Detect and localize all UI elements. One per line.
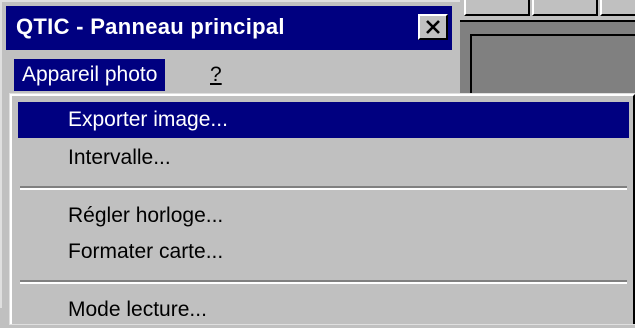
menu-bar: Appareil photo ? (6, 52, 452, 96)
menu-item-label: Exporter image... (68, 108, 228, 131)
menu-help[interactable]: ? (202, 59, 230, 91)
menu-item-set-clock[interactable]: Régler horloge... (18, 198, 629, 234)
background-panel (470, 34, 635, 102)
menu-camera-label: Appareil photo (22, 63, 158, 86)
menu-item-label: Mode lecture... (68, 298, 207, 321)
background-toolbar-button[interactable] (600, 0, 635, 16)
close-icon (425, 20, 441, 34)
window-title: QTIC - Panneau principal (16, 14, 285, 39)
menu-item-format-card[interactable]: Formater carte... (18, 234, 629, 270)
background-toolbar (458, 0, 635, 22)
menu-item-interval[interactable]: Intervalle... (18, 140, 629, 176)
title-bar: QTIC - Panneau principal (6, 6, 452, 50)
menu-item-export-image[interactable]: Exporter image... (18, 102, 629, 138)
menu-camera[interactable]: Appareil photo (14, 59, 166, 91)
menu-separator (20, 280, 627, 284)
menu-separator (20, 186, 627, 190)
menu-item-label: Intervalle... (68, 146, 171, 169)
menu-item-label: Régler horloge... (68, 204, 224, 227)
menu-help-label: ? (210, 63, 222, 86)
menu-item-label: Formater carte... (68, 240, 224, 263)
background-toolbar-button[interactable] (464, 0, 530, 16)
close-button[interactable] (418, 14, 448, 40)
background-toolbar-button[interactable] (532, 0, 598, 16)
menu-item-playback-mode[interactable]: Mode lecture... (18, 292, 629, 328)
camera-dropdown-menu: Exporter image... Intervalle... Régler h… (9, 93, 635, 325)
